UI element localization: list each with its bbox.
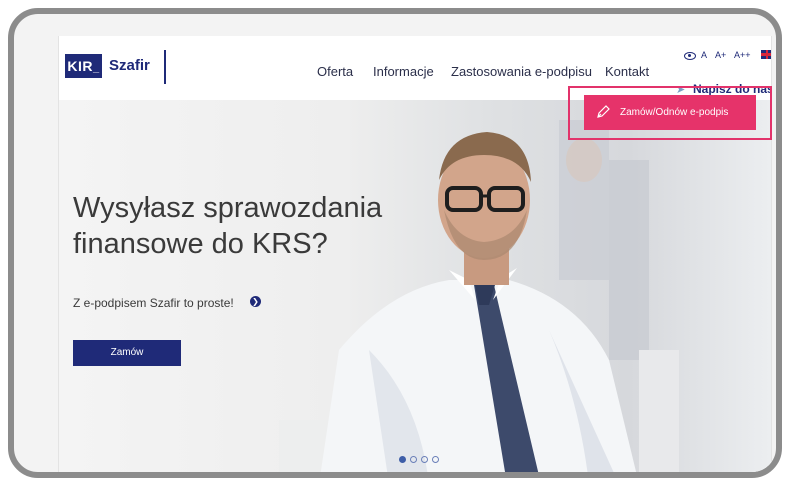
nav-oferta[interactable]: Oferta: [317, 64, 353, 79]
screenshot-frame: KIR_ Szafir Oferta Informacje Zastosowan…: [8, 8, 782, 478]
nav-zastosowania[interactable]: Zastosowania e-podpisu: [451, 64, 592, 79]
order-renew-signature-button[interactable]: Zamów/Odnów e-podpis: [584, 95, 756, 130]
logo-divider: [164, 50, 166, 84]
eye-icon[interactable]: [684, 52, 696, 60]
szafir-logo[interactable]: Szafir: [109, 57, 150, 74]
font-size-small[interactable]: A: [701, 50, 707, 60]
arrow-right-icon[interactable]: ❯: [250, 296, 261, 307]
flag-uk-icon[interactable]: [761, 50, 771, 59]
font-size-large[interactable]: A++: [734, 50, 751, 60]
cta-label: Zamów/Odnów e-podpis: [620, 107, 729, 118]
hero-photo-man: [279, 120, 679, 472]
nav-informacje[interactable]: Informacje: [373, 64, 434, 79]
order-button[interactable]: Zamów: [73, 340, 181, 366]
kir-logo[interactable]: KIR_: [65, 54, 102, 78]
carousel-dot-4[interactable]: [432, 456, 439, 463]
pen-icon: [597, 105, 610, 118]
nav-kontakt[interactable]: Kontakt: [605, 64, 649, 79]
carousel-dot-2[interactable]: [410, 456, 417, 463]
font-size-medium[interactable]: A+: [715, 50, 726, 60]
carousel-dot-3[interactable]: [421, 456, 428, 463]
kir-logo-text: KIR: [67, 58, 93, 74]
carousel-dot-1[interactable]: [399, 456, 406, 463]
hero-banner: Wysyłasz sprawozdania finansowe do KRS? …: [59, 100, 771, 472]
hero-subtitle[interactable]: Z e-podpisem Szafir to proste!: [73, 296, 234, 310]
hero-title: Wysyłasz sprawozdania finansowe do KRS?: [73, 192, 383, 260]
